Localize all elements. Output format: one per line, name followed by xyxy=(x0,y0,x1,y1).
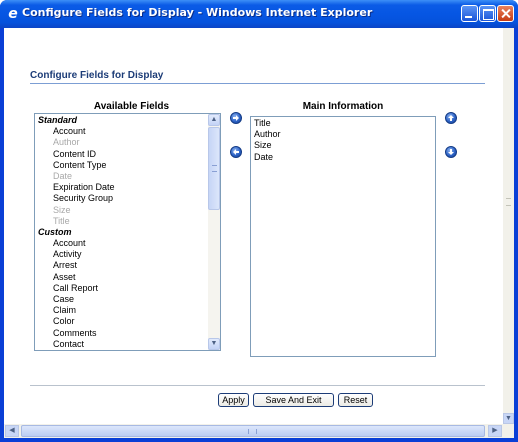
list-item[interactable]: Asset xyxy=(36,272,115,283)
close-icon xyxy=(498,6,513,21)
remove-field-button[interactable] xyxy=(230,146,242,158)
list-item[interactable]: Expiration Date xyxy=(36,182,115,193)
list-item[interactable]: Title xyxy=(252,118,281,129)
scroll-down-arrow-icon[interactable]: ▼ xyxy=(208,338,220,350)
browser-window: e Configure Fields for Display - Windows… xyxy=(0,0,518,442)
list-item[interactable]: Date xyxy=(252,152,281,163)
main-information-list[interactable]: Title Author Size Date xyxy=(250,116,436,357)
list-group-header: Standard xyxy=(38,115,78,125)
available-fields-heading: Available Fields xyxy=(93,101,170,112)
list-item: Title xyxy=(53,215,70,226)
available-fields-rows: Standard Account Author Content ID Content T… xyxy=(36,115,115,350)
list-item[interactable]: Account xyxy=(36,238,115,249)
list-group-header: Custom xyxy=(38,226,72,237)
scroll-up-arrow-icon[interactable]: ▲ xyxy=(208,114,220,126)
title-bar[interactable]: e Configure Fields for Display - Windows… xyxy=(0,0,518,28)
list-item[interactable]: Call Report xyxy=(36,283,115,294)
page-vertical-scrollbar[interactable]: ▼ xyxy=(503,28,514,424)
page-horizontal-scrollbar[interactable]: ◀ ▶ xyxy=(4,424,503,438)
list-item[interactable]: Arrest xyxy=(36,260,115,271)
list-item[interactable]: Security Group xyxy=(36,193,115,204)
list-item[interactable]: Activity xyxy=(36,249,115,260)
list-item[interactable]: Account xyxy=(36,126,115,137)
main-information-rows: Title Author Size Date xyxy=(252,118,281,163)
internet-explorer-icon: e xyxy=(8,6,18,22)
arrow-right-icon xyxy=(233,115,239,121)
list-item: Author xyxy=(53,137,80,148)
list-item[interactable]: Size xyxy=(252,140,281,151)
list-item[interactable]: Comments xyxy=(36,328,115,339)
title-divider xyxy=(30,83,485,84)
scrollbar-corner xyxy=(503,424,514,438)
move-up-button[interactable] xyxy=(445,112,457,124)
available-fields-list[interactable]: Standard Account Author Content ID Content T… xyxy=(34,113,221,351)
minimize-button[interactable] xyxy=(461,5,478,22)
close-button[interactable] xyxy=(497,5,514,22)
page-scroll-up-icon[interactable] xyxy=(503,28,514,39)
main-information-heading: Main Information xyxy=(302,101,384,112)
maximize-icon xyxy=(480,6,495,21)
list-item[interactable]: Case xyxy=(36,294,115,305)
arrow-down-icon xyxy=(448,149,454,155)
footer-divider xyxy=(30,385,485,386)
window-title: Configure Fields for Display - Windows I… xyxy=(22,6,373,19)
apply-button[interactable]: Apply xyxy=(218,393,249,407)
list-item[interactable]: Color xyxy=(36,316,115,327)
hscroll-grip-icon xyxy=(248,429,257,434)
page-content: Configure Fields for Display Available F… xyxy=(4,28,514,438)
page-hscroll-thumb[interactable] xyxy=(21,425,485,437)
page-scroll-grip-icon xyxy=(506,198,511,206)
arrow-left-icon xyxy=(233,149,239,155)
list-item[interactable]: Content Type xyxy=(36,160,115,171)
minimize-icon xyxy=(462,6,477,21)
arrow-up-icon xyxy=(448,115,454,121)
reset-button[interactable]: Reset xyxy=(338,393,373,407)
list-item[interactable]: Contact xyxy=(36,339,115,350)
list-item[interactable]: Content ID xyxy=(36,149,115,160)
add-field-button[interactable] xyxy=(230,112,242,124)
list-item: Size xyxy=(53,204,71,215)
list-item: Date xyxy=(53,170,73,181)
page-scroll-right-icon[interactable]: ▶ xyxy=(488,425,502,437)
page-scroll-down-icon[interactable]: ▼ xyxy=(503,413,514,424)
page-scroll-left-icon[interactable]: ◀ xyxy=(5,425,19,437)
maximize-button[interactable] xyxy=(479,5,496,22)
scrollbar-thumb[interactable] xyxy=(208,127,220,210)
scrollbar-grip-icon xyxy=(212,165,217,172)
save-and-exit-button[interactable]: Save And Exit xyxy=(253,393,334,407)
page-title: Configure Fields for Display xyxy=(30,70,164,81)
move-down-button[interactable] xyxy=(445,146,457,158)
available-fields-scrollbar[interactable]: ▲ ▼ xyxy=(208,114,220,350)
list-item[interactable]: Claim xyxy=(36,305,115,316)
list-item[interactable]: Author xyxy=(252,129,281,140)
